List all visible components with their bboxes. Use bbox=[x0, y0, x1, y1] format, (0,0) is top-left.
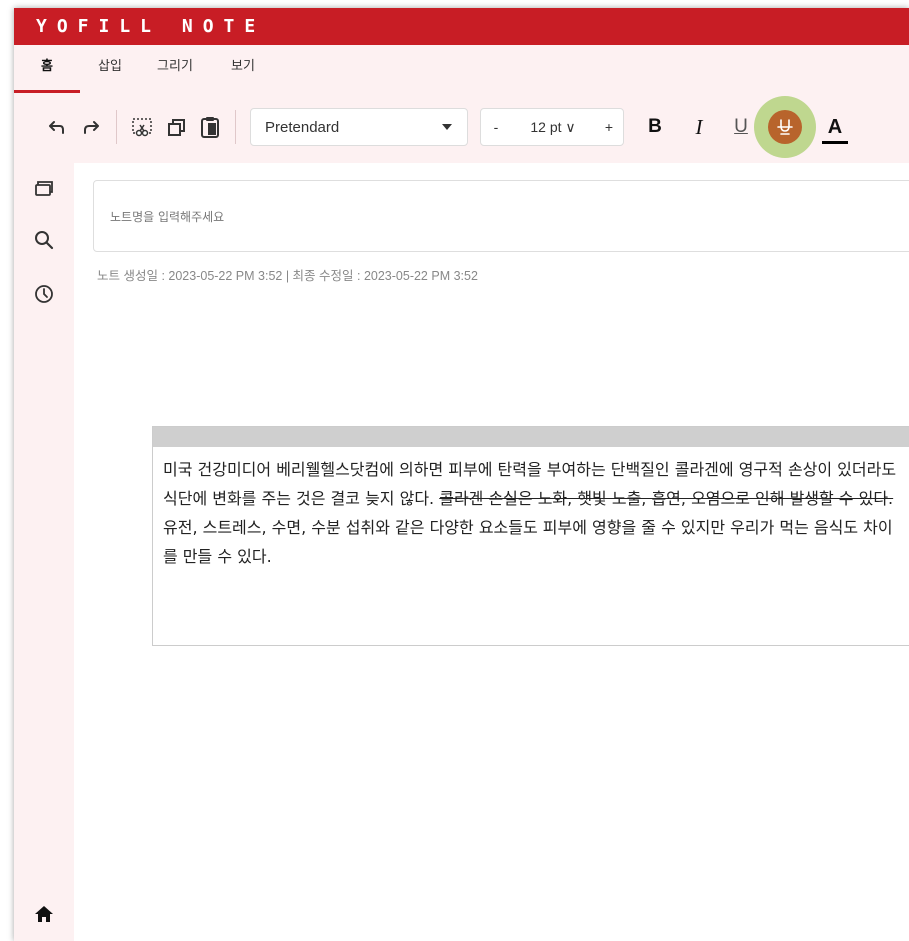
paste-icon bbox=[201, 117, 219, 138]
ribbon-tabs: 홈 삽입 그리기 보기 bbox=[14, 45, 909, 97]
notebooks-button[interactable] bbox=[14, 163, 74, 213]
tab-draw[interactable]: 그리기 bbox=[140, 45, 210, 97]
font-size-value[interactable]: 12 pt ∨ bbox=[511, 119, 595, 136]
note-text-block[interactable]: 미국 건강미디어 베리웰헬스닷컴에 의하면 피부에 탄력을 부여하는 단백질인 … bbox=[152, 426, 909, 646]
font-family-select[interactable]: Pretendard bbox=[250, 108, 468, 146]
clock-icon bbox=[35, 285, 53, 303]
note-title-input[interactable]: 노트명을 입력해주세요 bbox=[93, 180, 909, 252]
strikethrough-icon bbox=[768, 110, 802, 144]
search-button[interactable] bbox=[14, 213, 74, 267]
cut-button[interactable] bbox=[125, 110, 159, 144]
copy-button[interactable] bbox=[159, 110, 193, 144]
notebooks-icon bbox=[35, 181, 53, 196]
text-block-handle[interactable] bbox=[153, 427, 909, 447]
chevron-down-icon bbox=[442, 124, 452, 130]
ribbon: 홈 삽입 그리기 보기 Pretendard - 12 pt ∨ + B I U… bbox=[14, 45, 909, 163]
app-window: YOFILL NOTE 홈 삽입 그리기 보기 Pretendard - 12 … bbox=[14, 8, 909, 941]
note-body[interactable]: 미국 건강미디어 베리웰헬스닷컴에 의하면 피부에 탄력을 부여하는 단백질인 … bbox=[153, 447, 909, 571]
app-title: YOFILL NOTE bbox=[14, 8, 909, 45]
tab-insert[interactable]: 삽입 bbox=[80, 45, 140, 97]
bold-button[interactable]: B bbox=[636, 108, 674, 146]
history-button[interactable] bbox=[14, 267, 74, 321]
note-meta: 노트 생성일 : 2023-05-22 PM 3:52 | 최종 수정일 : 2… bbox=[97, 269, 478, 283]
tab-view[interactable]: 보기 bbox=[210, 45, 276, 97]
font-size-decrease[interactable]: - bbox=[481, 119, 511, 135]
undo-button[interactable] bbox=[40, 110, 74, 144]
toolbar-divider bbox=[116, 110, 117, 144]
search-icon bbox=[35, 231, 54, 250]
paste-button[interactable] bbox=[193, 110, 227, 144]
home-button[interactable] bbox=[14, 887, 74, 941]
sidebar bbox=[14, 163, 74, 941]
home-toolbar: Pretendard - 12 pt ∨ + B I U A bbox=[14, 96, 909, 158]
redo-icon bbox=[84, 121, 99, 134]
copy-icon bbox=[168, 119, 185, 136]
undo-icon bbox=[49, 121, 64, 134]
cut-icon bbox=[132, 118, 152, 137]
font-size-increase[interactable]: + bbox=[595, 119, 623, 135]
note-text-after: 유전, 스트레스, 수면, 수분 섭취와 같은 다양한 요소들도 피부에 영향을… bbox=[163, 518, 893, 566]
font-color-button[interactable]: A bbox=[816, 108, 854, 146]
toolbar-divider bbox=[235, 110, 236, 144]
home-icon bbox=[35, 906, 53, 922]
note-editor: 노트명을 입력해주세요 노트 생성일 : 2023-05-22 PM 3:52 … bbox=[74, 163, 909, 941]
redo-button[interactable] bbox=[74, 110, 108, 144]
strikethrough-button[interactable] bbox=[754, 96, 816, 158]
tab-home[interactable]: 홈 bbox=[14, 45, 80, 97]
note-title-placeholder: 노트명을 입력해주세요 bbox=[110, 209, 225, 224]
font-size-stepper[interactable]: - 12 pt ∨ + bbox=[480, 108, 624, 146]
italic-button[interactable]: I bbox=[680, 108, 718, 146]
font-family-value: Pretendard bbox=[265, 118, 340, 136]
note-text-strikethrough: 콜라겐 손실은 노화, 햇빛 노출, 흡연, 오염으로 인해 발생할 수 있다. bbox=[439, 489, 894, 508]
